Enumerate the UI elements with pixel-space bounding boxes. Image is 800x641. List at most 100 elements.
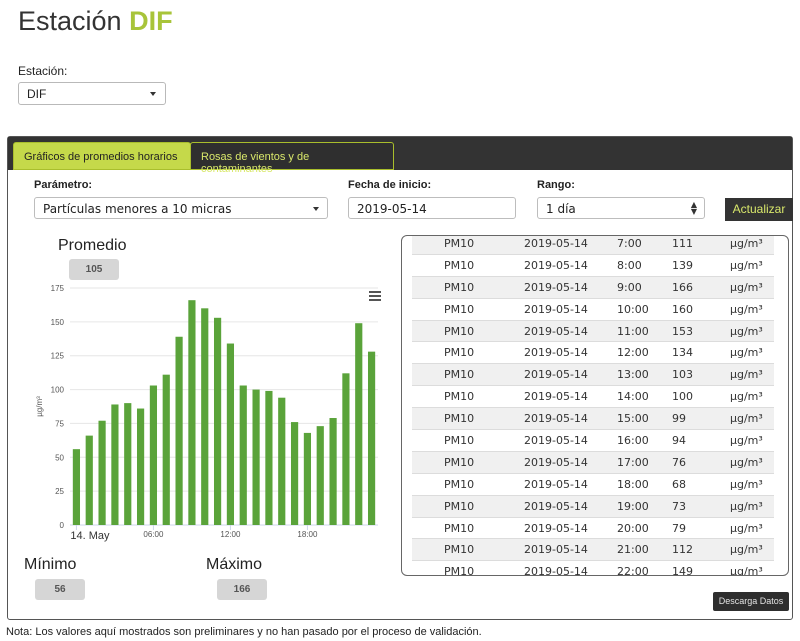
table-row: PM10 2019-05-14 7:00 111 µg/m³ xyxy=(412,236,774,255)
row-unit: µg/m³ xyxy=(730,499,763,513)
hourly-bar-chart: 0 25 50 75 100 125 150 175 14. May 06:00 12:00 18:0… xyxy=(35,284,381,542)
row-date: 2019-05-14 xyxy=(524,434,588,448)
row-date: 2019-05-14 xyxy=(524,521,588,535)
row-value: 112 xyxy=(672,543,693,557)
row-date: 2019-05-14 xyxy=(524,477,588,491)
row-parameter: PM10 xyxy=(444,543,475,557)
row-parameter: PM10 xyxy=(444,477,475,491)
row-value: 111 xyxy=(672,237,693,250)
row-parameter: PM10 xyxy=(444,258,475,272)
parameter-label: Parámetro: xyxy=(34,179,93,191)
average-value: 105 xyxy=(69,259,119,280)
bar xyxy=(316,426,324,525)
row-date: 2019-05-14 xyxy=(524,346,588,360)
row-parameter: PM10 xyxy=(444,412,475,426)
row-parameter: PM10 xyxy=(444,346,475,360)
bar xyxy=(290,422,299,525)
table-row: PM10 2019-05-14 8:00 139 µg/m³ xyxy=(412,255,774,277)
update-button[interactable]: Actualizar xyxy=(725,198,793,221)
table-row: PM10 2019-05-14 9:00 166 µg/m³ xyxy=(412,276,774,299)
row-date: 2019-05-14 xyxy=(524,565,588,576)
row-parameter: PM10 xyxy=(444,499,475,513)
row-hour: 13:00 xyxy=(617,368,649,382)
bar xyxy=(188,300,196,525)
y-tick-label: 0 xyxy=(60,521,65,530)
tab-wind-roses[interactable]: Rosas de vientos y de contaminantes xyxy=(190,142,394,175)
row-hour: 14:00 xyxy=(617,390,649,404)
bar xyxy=(124,403,132,525)
row-hour: 9:00 xyxy=(617,280,642,294)
row-date: 2019-05-14 xyxy=(524,324,588,338)
y-tick-label: 175 xyxy=(51,284,65,293)
row-unit: µg/m³ xyxy=(730,565,763,576)
row-parameter: PM10 xyxy=(444,434,475,448)
bar xyxy=(355,323,363,525)
row-unit: µg/m³ xyxy=(730,390,763,404)
row-value: 134 xyxy=(672,346,693,360)
row-hour: 18:00 xyxy=(617,477,649,491)
table-row: PM10 2019-05-14 16:00 94 µg/m³ xyxy=(412,430,774,452)
table-row: PM10 2019-05-14 15:00 99 µg/m³ xyxy=(412,408,774,431)
table-row: PM10 2019-05-14 17:00 76 µg/m³ xyxy=(412,451,774,474)
bar xyxy=(367,351,376,525)
bar xyxy=(175,336,183,525)
row-date: 2019-05-14 xyxy=(524,543,588,557)
row-value: 139 xyxy=(672,258,693,272)
row-value: 99 xyxy=(672,412,686,426)
row-value: 73 xyxy=(672,499,686,513)
bar xyxy=(265,390,273,525)
table-row: PM10 2019-05-14 13:00 103 µg/m³ xyxy=(412,364,774,387)
row-value: 166 xyxy=(672,280,693,294)
parameter-select[interactable]: Partículas menores a 10 micras xyxy=(34,197,328,219)
bar xyxy=(303,432,312,525)
row-hour: 16:00 xyxy=(617,434,649,448)
row-unit: µg/m³ xyxy=(730,368,763,382)
table-row: PM10 2019-05-14 10:00 160 µg/m³ xyxy=(412,299,774,321)
row-hour: 12:00 xyxy=(617,346,649,360)
row-value: 103 xyxy=(672,368,693,382)
table-row: PM10 2019-05-14 20:00 79 µg/m³ xyxy=(412,518,774,540)
station-code: DIF xyxy=(129,6,173,36)
data-table[interactable]: PM10 2019-05-14 7:00 111 µg/m³ PM10 2019-05-14… xyxy=(401,235,789,576)
bar xyxy=(72,449,81,525)
row-parameter: PM10 xyxy=(444,390,475,404)
table-row: PM10 2019-05-14 22:00 149 µg/m³ xyxy=(412,561,774,576)
row-value: 160 xyxy=(672,302,693,316)
page-title: Estación DIF xyxy=(18,6,173,36)
station-select[interactable]: DIF xyxy=(18,82,166,105)
start-date-input[interactable]: 2019-05-14 xyxy=(348,197,516,219)
row-unit: µg/m³ xyxy=(730,543,763,557)
row-hour: 11:00 xyxy=(617,324,649,338)
minimum-value: 56 xyxy=(35,579,85,600)
tab-hourly-averages[interactable]: Gráficos de promedios horarios xyxy=(13,142,191,170)
row-unit: µg/m³ xyxy=(730,346,763,360)
y-axis-title: µg/m³ xyxy=(35,396,44,417)
bar xyxy=(278,397,286,525)
row-unit: µg/m³ xyxy=(730,455,763,469)
row-hour: 22:00 xyxy=(617,565,649,576)
bar xyxy=(226,343,235,525)
row-value: 100 xyxy=(672,390,693,404)
range-select[interactable]: 1 día ▲ ▼ xyxy=(537,197,705,219)
row-parameter: PM10 xyxy=(444,280,475,294)
start-date-value: 2019-05-14 xyxy=(357,202,427,216)
row-unit: µg/m³ xyxy=(730,324,763,338)
download-data-button[interactable]: Descarga Datos xyxy=(713,592,789,611)
caret-down-icon xyxy=(150,92,156,96)
row-date: 2019-05-14 xyxy=(524,302,588,316)
bar xyxy=(252,389,260,525)
row-date: 2019-05-14 xyxy=(524,455,588,469)
row-hour: 17:00 xyxy=(617,455,649,469)
row-parameter: PM10 xyxy=(444,368,475,382)
chart-menu-icon[interactable] xyxy=(369,291,381,301)
row-date: 2019-05-14 xyxy=(524,390,588,404)
range-label: Rango: xyxy=(537,179,575,191)
row-unit: µg/m³ xyxy=(730,434,763,448)
maximum-label: Máximo xyxy=(206,556,263,573)
row-parameter: PM10 xyxy=(444,565,475,576)
row-date: 2019-05-14 xyxy=(524,280,588,294)
x-tick-label: 18:00 xyxy=(297,530,318,539)
row-unit: µg/m³ xyxy=(730,412,763,426)
row-date: 2019-05-14 xyxy=(524,499,588,513)
row-parameter: PM10 xyxy=(444,455,475,469)
